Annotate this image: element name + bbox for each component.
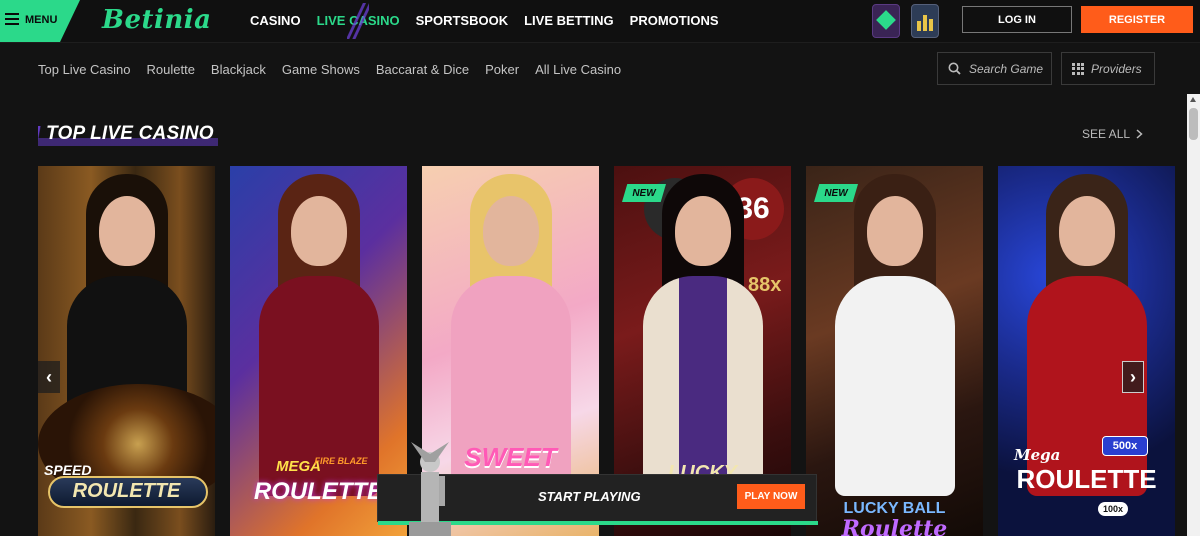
menu-label: MENU [25,14,58,26]
register-button[interactable]: REGISTER [1081,6,1193,33]
subnav-all-live-casino[interactable]: All Live Casino [535,62,621,77]
category-nav: Top Live Casino Roulette Blackjack Game … [38,62,621,77]
section-title: TOP LIVE CASINO [46,123,214,144]
page-scrollbar[interactable] [1187,94,1200,536]
scrollbar-thumb[interactable] [1189,108,1198,140]
subnav-roulette[interactable]: Roulette [147,62,195,77]
see-all-label: SEE ALL [1082,127,1131,141]
chevron-right-icon: › [1130,366,1136,387]
new-badge: NEW [622,184,666,202]
start-playing-text: START PLAYING [538,489,641,504]
subnav-poker[interactable]: Poker [485,62,519,77]
dealer-image [674,196,731,266]
nav-casino[interactable]: CASINO [250,13,301,28]
play-now-button[interactable]: PLAY NOW [737,484,805,509]
chevron-right-icon [1136,129,1143,139]
dealer-image [482,196,539,266]
main-nav: CASINO LIVE CASINO SPORTSBOOK LIVE BETTI… [250,3,719,39]
dealer-image [98,196,155,266]
subnav-blackjack[interactable]: Blackjack [211,62,266,77]
betinia-logo[interactable]: Betinia [102,5,212,35]
subnav-game-shows[interactable]: Game Shows [282,62,360,77]
statue-illustration [409,442,451,536]
nav-live-casino[interactable]: LIVE CASINO [317,3,400,39]
login-button[interactable]: LOG IN [962,6,1072,33]
grid-icon [1072,62,1084,75]
lucky-multiplier: 88x [748,274,782,296]
menu-button[interactable]: MENU [0,0,80,42]
subnav-baccarat-dice[interactable]: Baccarat & Dice [376,62,469,77]
game-extra: FIRE BLAZE [314,456,368,466]
nav-promotions[interactable]: PROMOTIONS [630,13,719,28]
search-icon [948,62,961,75]
top-bar: MENU Betinia CASINO LIVE CASINO SPORTSBO… [0,0,1200,43]
multiplier-badge-2: 100x [1098,502,1128,516]
nav-live-betting[interactable]: LIVE BETTING [524,13,614,28]
carousel-next-button[interactable]: › [1122,361,1144,393]
dealer-image [290,196,347,266]
providers-label: Providers [1091,61,1142,76]
game-card-lucky-ball-roulette[interactable]: NEW LUCKY BALL Roulette [806,166,983,536]
game-card-mega-roulette[interactable]: 500x Mega ROULETTE 100x [998,166,1175,536]
game-card-speed-roulette[interactable]: SPEED ROULETTE [38,166,215,536]
dealer-image [866,196,923,266]
search-game-button[interactable]: Search Game [937,52,1052,85]
dealer-image [1058,196,1115,266]
game-title: ROULETTE [1016,464,1157,494]
new-badge: NEW [814,184,858,202]
scroll-up-icon[interactable] [1190,97,1196,102]
game-title: ROULETTE [72,480,181,502]
chevron-left-icon: ‹ [46,366,52,387]
providers-button[interactable]: Providers [1061,52,1155,85]
game-subtitle: Mega [1014,446,1061,464]
nav-sportsbook[interactable]: SPORTSBOOK [416,13,508,28]
hamburger-icon [5,13,19,28]
trust-badge-one[interactable] [872,4,900,38]
carousel-prev-button[interactable]: ‹ [38,361,60,393]
trust-badge-two[interactable] [911,4,939,38]
search-label: Search Game [969,61,1044,76]
see-all-link[interactable]: SEE ALL [1082,127,1143,141]
subnav-top-live-casino[interactable]: Top Live Casino [38,62,131,77]
game-title: Roulette [841,516,948,536]
